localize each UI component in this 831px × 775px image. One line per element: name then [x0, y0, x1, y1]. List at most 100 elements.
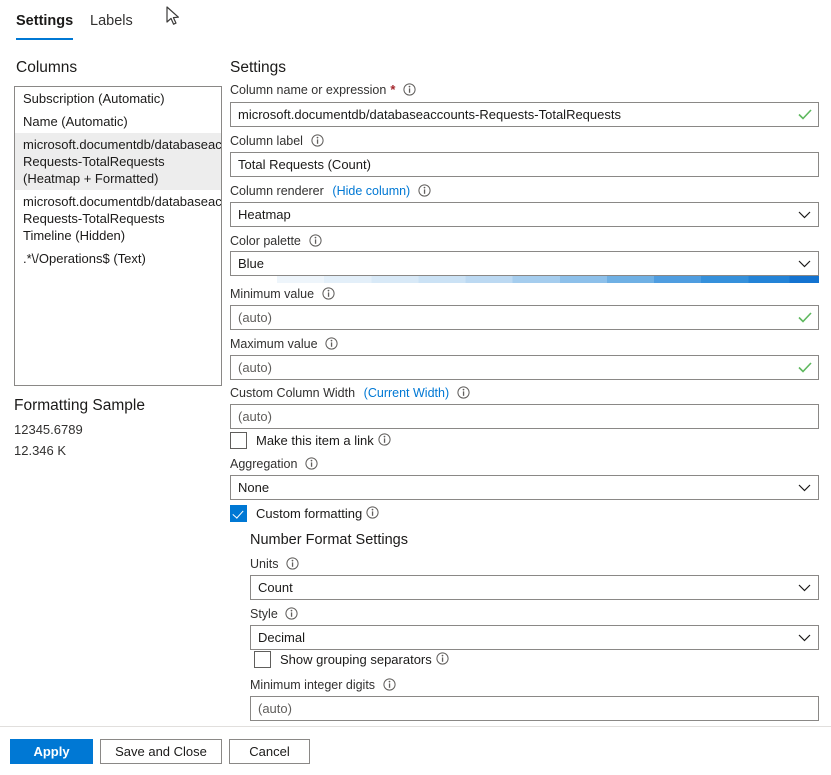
list-item[interactable]: microsoft.documentdb/databaseaccounts-Re… [15, 133, 221, 190]
info-icon[interactable] [310, 134, 324, 150]
list-item[interactable]: .*\/Operations$ (Text) [15, 247, 221, 270]
aggregation-value: None [238, 480, 270, 495]
minimum-value-label: Minimum value [230, 287, 315, 301]
units-label-row: Units [250, 556, 299, 573]
column-name-input[interactable]: microsoft.documentdb/databaseaccounts-Re… [230, 102, 819, 127]
custom-formatting-checkbox-row[interactable]: Custom formatting [230, 505, 379, 522]
tab-settings[interactable]: Settings [16, 13, 74, 40]
minimum-value-label-row: Minimum value [230, 286, 335, 303]
number-format-settings-heading: Number Format Settings [250, 532, 408, 548]
grouping-separators-checkbox-row[interactable]: Show grouping separators [254, 651, 449, 668]
color-palette-gradient-preview [230, 276, 819, 283]
info-icon[interactable] [305, 457, 318, 473]
custom-column-width-input[interactable]: (auto) [230, 404, 819, 429]
grouping-separators-label: Show grouping separators [280, 652, 432, 667]
column-label-value: Total Requests (Count) [238, 157, 371, 172]
column-renderer-label: Column renderer [230, 184, 324, 198]
column-label-label: Column label [230, 134, 303, 148]
make-link-label: Make this item a link [256, 433, 374, 448]
info-icon[interactable] [378, 432, 391, 449]
valid-check-icon [798, 362, 812, 373]
list-item[interactable]: Subscription (Automatic) [15, 87, 221, 110]
maximum-value-label-row: Maximum value [230, 336, 338, 353]
minimum-value-input[interactable]: (auto) [230, 305, 819, 330]
info-icon[interactable] [457, 386, 470, 402]
column-renderer-label-row: Column renderer (Hide column) [230, 183, 431, 200]
color-palette-label-row: Color palette [230, 233, 322, 250]
units-value: Count [258, 580, 293, 595]
mouse-cursor-icon [166, 6, 179, 25]
custom-column-width-label: Custom Column Width [230, 386, 356, 400]
make-link-checkbox-row[interactable]: Make this item a link [230, 432, 391, 449]
custom-formatting-label: Custom formatting [256, 506, 363, 521]
min-integer-digits-placeholder: (auto) [258, 701, 292, 716]
maximum-value-input[interactable]: (auto) [230, 355, 819, 380]
formatting-sample-formatted: 12.346 K [14, 443, 67, 458]
units-label: Units [250, 557, 279, 571]
cancel-button[interactable]: Cancel [229, 739, 310, 764]
info-icon[interactable] [418, 184, 431, 200]
info-icon[interactable] [325, 337, 338, 353]
formatting-sample-raw: 12345.6789 [14, 422, 83, 437]
list-item[interactable]: microsoft.documentdb/databaseaccounts-Re… [15, 190, 221, 247]
save-and-close-button[interactable]: Save and Close [100, 739, 222, 764]
aggregation-label-row: Aggregation [230, 456, 318, 473]
tab-bar: Settings Labels [0, 0, 831, 44]
column-label-input[interactable]: Total Requests (Count) [230, 152, 819, 177]
info-icon[interactable] [322, 287, 335, 303]
color-palette-select[interactable]: Blue [230, 251, 819, 276]
chevron-down-icon [798, 211, 811, 218]
column-label-label-row: Column label [230, 133, 324, 150]
style-label: Style [250, 607, 278, 621]
info-icon[interactable] [366, 505, 379, 522]
info-icon[interactable] [308, 234, 322, 250]
tab-labels[interactable]: Labels [90, 13, 133, 38]
footer-bar: Apply Save and Close Cancel [0, 726, 831, 775]
column-name-value: microsoft.documentdb/databaseaccounts-Re… [238, 107, 621, 122]
min-integer-digits-label-row: Minimum integer digits [250, 677, 396, 694]
list-item[interactable]: Name (Automatic) [15, 110, 221, 133]
info-icon[interactable] [383, 678, 396, 694]
chevron-down-icon [798, 484, 811, 491]
info-icon[interactable] [403, 83, 416, 99]
aggregation-label: Aggregation [230, 457, 298, 471]
info-icon[interactable] [286, 557, 299, 573]
column-name-label-row: Column name or expression * [230, 82, 416, 99]
valid-check-icon [798, 109, 812, 120]
formatting-sample-heading: Formatting Sample [14, 397, 145, 414]
chevron-down-icon [798, 584, 811, 591]
column-renderer-select[interactable]: Heatmap [230, 202, 819, 227]
style-label-row: Style [250, 606, 299, 623]
color-palette-value: Blue [238, 256, 265, 271]
hide-column-link[interactable]: (Hide column) [332, 184, 410, 198]
apply-button[interactable]: Apply [10, 739, 93, 764]
maximum-value-placeholder: (auto) [238, 360, 272, 375]
minimum-value-placeholder: (auto) [238, 310, 272, 325]
valid-check-icon [798, 312, 812, 323]
maximum-value-label: Maximum value [230, 337, 318, 351]
column-name-label: Column name or expression [230, 83, 387, 97]
units-select[interactable]: Count [250, 575, 819, 600]
info-icon[interactable] [436, 651, 449, 668]
style-select[interactable]: Decimal [250, 625, 819, 650]
settings-heading: Settings [230, 59, 287, 76]
style-value: Decimal [258, 630, 305, 645]
custom-formatting-checkbox[interactable] [230, 505, 247, 522]
current-width-link[interactable]: (Current Width) [364, 386, 449, 400]
settings-pane: Settings Column name or expression * micr… [228, 44, 831, 724]
make-link-checkbox[interactable] [230, 432, 247, 449]
column-renderer-value: Heatmap [238, 207, 291, 222]
aggregation-select[interactable]: None [230, 475, 819, 500]
chevron-down-icon [798, 260, 811, 267]
color-palette-label: Color palette [230, 234, 301, 248]
info-icon[interactable] [285, 607, 299, 623]
custom-column-width-placeholder: (auto) [238, 409, 272, 424]
columns-heading: Columns [16, 59, 78, 76]
columns-listbox[interactable]: Subscription (Automatic) Name (Automatic… [14, 86, 222, 386]
min-integer-digits-input[interactable]: (auto) [250, 696, 819, 721]
grouping-separators-checkbox[interactable] [254, 651, 271, 668]
chevron-down-icon [798, 634, 811, 641]
min-integer-digits-label: Minimum integer digits [250, 678, 376, 692]
required-marker: * [390, 82, 396, 97]
custom-column-width-label-row: Custom Column Width (Current Width) [230, 385, 470, 402]
